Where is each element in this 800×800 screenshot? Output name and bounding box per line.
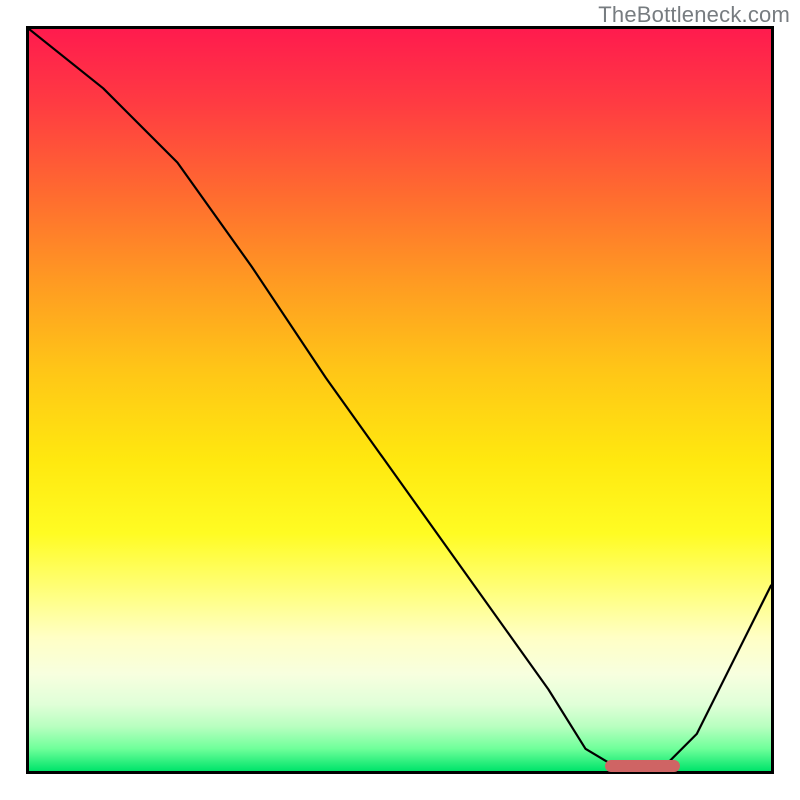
bottleneck-curve (29, 29, 771, 771)
watermark-text: TheBottleneck.com (598, 2, 790, 28)
optimal-range-marker (605, 760, 680, 772)
chart-plot-area (26, 26, 774, 774)
